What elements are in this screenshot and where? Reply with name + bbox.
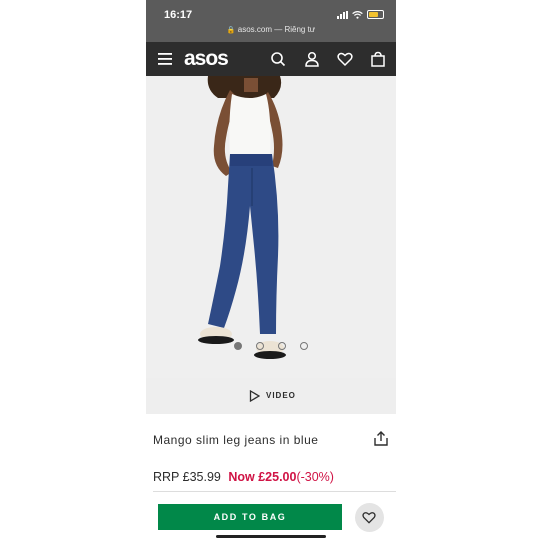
rrp-price: RRP £35.99	[153, 470, 221, 484]
heart-icon[interactable]	[337, 51, 353, 67]
save-for-later-button[interactable]	[355, 503, 384, 532]
divider	[153, 491, 396, 492]
gallery-pagination	[234, 342, 308, 350]
gallery-dot-2[interactable]	[256, 342, 264, 350]
search-icon[interactable]	[270, 51, 286, 67]
gallery-dot-4[interactable]	[300, 342, 308, 350]
gallery-dot-3[interactable]	[278, 342, 286, 350]
bag-icon[interactable]	[370, 51, 386, 67]
status-bar: 16:17 🔒 asos.com — Riêng tư	[146, 0, 396, 42]
account-icon[interactable]	[304, 51, 320, 67]
discount-percent: (-30%)	[296, 470, 334, 484]
model-illustration	[146, 76, 396, 378]
home-indicator	[216, 535, 326, 538]
status-icons	[337, 10, 384, 19]
heart-outline-icon	[362, 512, 376, 524]
add-to-bag-button[interactable]: ADD TO BAG	[158, 504, 342, 530]
url-bar[interactable]: 🔒 asos.com — Riêng tư	[146, 25, 396, 34]
status-time: 16:17	[164, 9, 193, 21]
battery-icon	[367, 10, 384, 19]
menu-icon[interactable]	[158, 53, 172, 65]
site-header: asos	[146, 42, 396, 76]
share-icon[interactable]	[374, 431, 388, 446]
gallery-dot-1[interactable]	[234, 342, 242, 350]
now-price: Now £25.00	[228, 470, 297, 484]
video-button[interactable]: VIDEO	[146, 378, 396, 414]
video-label: VIDEO	[266, 391, 296, 400]
cellular-signal-icon	[337, 10, 348, 19]
play-icon	[249, 390, 260, 402]
product-title: Mango slim leg jeans in blue	[153, 433, 319, 447]
product-image[interactable]	[146, 76, 396, 378]
phone-screen: 16:17 🔒 asos.com — Riêng tư asos VIDEO M…	[146, 0, 396, 543]
url-text: asos.com — Riêng tư	[237, 25, 316, 34]
lock-icon: 🔒	[226, 27, 236, 34]
asos-logo[interactable]: asos	[184, 47, 229, 71]
wifi-icon	[352, 10, 363, 19]
product-price: RRP £35.99 Now £25.00(-30%)	[153, 470, 334, 484]
